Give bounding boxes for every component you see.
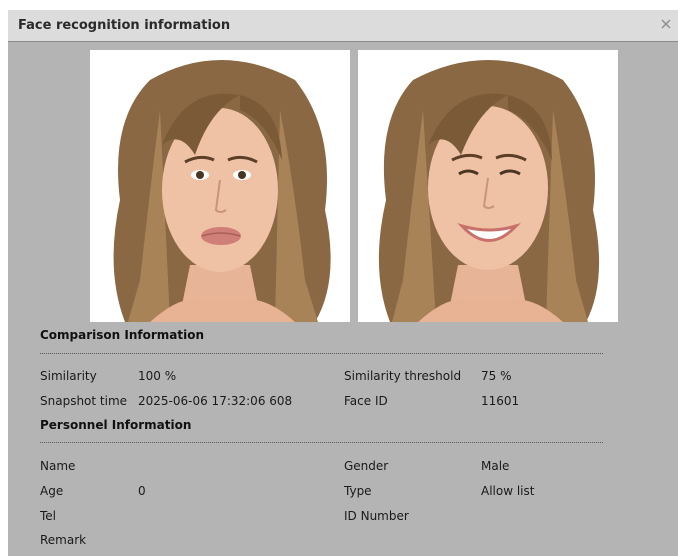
gender-label: Gender: [344, 459, 389, 473]
personnel-info-heading: Personnel Information: [40, 418, 192, 432]
type-label: Type: [344, 484, 372, 498]
age-label: Age: [40, 484, 64, 498]
face-library-photo: [358, 50, 618, 322]
type-value: Allow list: [481, 484, 535, 498]
dialog-titlebar: Face recognition information: [8, 10, 678, 42]
remark-label: Remark: [40, 533, 87, 547]
comparison-divider: [40, 353, 603, 354]
similarity-label: Similarity: [40, 369, 97, 383]
face-id-label: Face ID: [344, 394, 388, 408]
close-icon[interactable]: [658, 16, 674, 32]
dialog-title: Face recognition information: [18, 18, 231, 33]
comparison-info-heading: Comparison Information: [40, 328, 205, 342]
age-value: 0: [138, 484, 146, 498]
snapshot-time-label: Snapshot time: [40, 394, 128, 408]
gender-value: Male: [481, 459, 510, 473]
face-recognition-dialog: Face recognition information Comparison …: [8, 10, 678, 556]
face-id-value: 11601: [481, 394, 520, 408]
snapshot-time-value: 2025-06-06 17:32:06 608: [138, 394, 293, 408]
similarity-value: 100 %: [138, 369, 177, 383]
similarity-threshold-label: Similarity threshold: [344, 369, 462, 383]
name-label: Name: [40, 459, 76, 473]
id-number-label: ID Number: [344, 509, 409, 523]
similarity-threshold-value: 75 %: [481, 369, 512, 383]
tel-label: Tel: [40, 509, 57, 523]
personnel-divider: [40, 442, 603, 443]
face-snapshot-photo: [90, 50, 350, 322]
